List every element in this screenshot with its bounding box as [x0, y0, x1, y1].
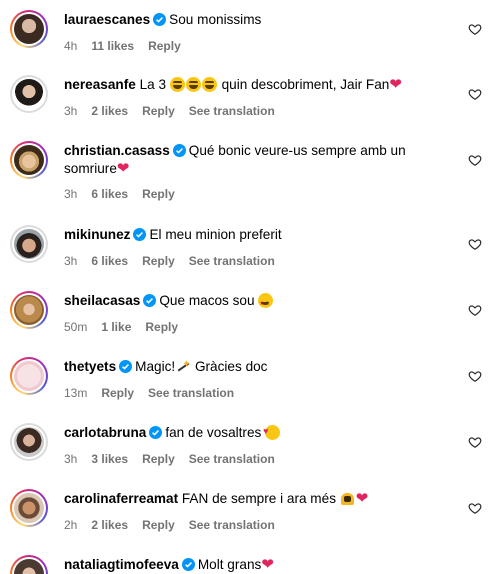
verified-badge-icon [149, 426, 163, 439]
verified-badge-icon [119, 360, 133, 373]
red-heart-icon: ❤ [389, 76, 402, 93]
likes-count[interactable]: 2 likes [91, 518, 128, 532]
heart-outline-icon[interactable] [468, 369, 482, 383]
username[interactable]: nataliagtimofeeva [64, 557, 179, 572]
star-struck-emoji-icon [258, 293, 274, 313]
avatar[interactable] [10, 489, 48, 527]
heart-outline-icon[interactable] [468, 22, 482, 36]
likes-count[interactable]: 6 likes [91, 187, 128, 201]
username[interactable]: mikinunez [64, 227, 130, 242]
see-translation-link[interactable]: See translation [148, 386, 234, 400]
likes-count[interactable]: 6 likes [91, 254, 128, 268]
comment-item: nataliagtimofeeva Molt grans❤ [0, 555, 489, 574]
username[interactable]: nereasanfe [64, 77, 136, 92]
avatar[interactable] [10, 141, 48, 179]
see-translation-link[interactable]: See translation [189, 254, 275, 268]
magic-wand-emoji-icon [175, 356, 190, 374]
comment-time: 3h [64, 452, 78, 466]
likes-count[interactable]: 11 likes [91, 39, 134, 53]
red-heart-icon: ❤ [355, 490, 369, 507]
comment-text: quin descobriment, Jair Fan [221, 77, 390, 92]
comment-time: 3h [64, 104, 78, 118]
reply-button[interactable]: Reply [142, 452, 175, 466]
heart-outline-icon[interactable] [468, 435, 482, 449]
verified-badge-icon [133, 228, 147, 241]
comment-text: El meu minion preferit [149, 227, 282, 242]
comment-time: 3h [64, 254, 78, 268]
raising-hands-emoji-icon [340, 491, 355, 506]
red-heart-icon: ❤ [116, 160, 130, 177]
username[interactable]: carolinaferreamat [64, 491, 178, 506]
avatar[interactable] [10, 291, 48, 329]
comment-time: 2h [64, 518, 78, 532]
comment-text: Qué bonic veure-us sempre amb un [188, 143, 406, 158]
verified-badge-icon [172, 144, 186, 157]
username[interactable]: thetyets [64, 359, 116, 374]
comment-text: Que macos sou [159, 293, 255, 308]
reply-button[interactable]: Reply [142, 254, 175, 268]
comment-time: 50m [64, 320, 88, 334]
avatar[interactable] [10, 75, 48, 113]
reply-button[interactable]: Reply [148, 39, 181, 53]
username[interactable]: carlotabruna [64, 425, 146, 440]
likes-count[interactable]: 2 likes [91, 104, 128, 118]
verified-badge-icon [143, 294, 157, 307]
heart-outline-icon[interactable] [468, 303, 482, 317]
comment-text: Sou monissims [169, 12, 262, 27]
comment-text: Magic! [135, 359, 176, 374]
reply-button[interactable]: Reply [142, 104, 175, 118]
heart-outline-icon[interactable] [468, 87, 482, 101]
see-translation-link[interactable]: See translation [189, 452, 275, 466]
likes-count[interactable]: 3 likes [91, 452, 128, 466]
avatar[interactable] [10, 423, 48, 461]
reply-button[interactable]: Reply [142, 187, 175, 201]
comment-time: 3h [64, 187, 78, 201]
see-translation-link[interactable]: See translation [189, 104, 275, 118]
verified-badge-icon [153, 13, 167, 26]
comment-text: La 3 [139, 77, 167, 92]
comment-text: Gràcies doc [194, 359, 268, 374]
reply-button[interactable]: Reply [142, 518, 175, 532]
laughing-emoji-icon [169, 77, 185, 92]
username[interactable]: sheilacasas [64, 293, 140, 308]
likes-count[interactable]: 1 like [101, 320, 131, 334]
comment-text: somriure [64, 161, 117, 176]
avatar[interactable] [10, 225, 48, 263]
heart-outline-icon[interactable] [468, 501, 482, 515]
username[interactable]: lauraescanes [64, 12, 150, 27]
comment-time: 13m [64, 386, 88, 400]
smiling-face-with-hearts-emoji-icon [263, 422, 281, 440]
verified-badge-icon [181, 558, 195, 571]
heart-outline-icon[interactable] [468, 153, 482, 167]
avatar[interactable] [10, 555, 48, 574]
reply-button[interactable]: Reply [145, 320, 178, 334]
comment-text: Molt grans [197, 557, 262, 572]
heart-outline-icon[interactable] [468, 237, 482, 251]
comment-text: fan de vosaltres [165, 425, 262, 440]
avatar[interactable] [10, 357, 48, 395]
avatar[interactable] [10, 10, 48, 48]
laughing-emoji-icon [185, 77, 201, 92]
comment-text: FAN de sempre i ara més [181, 491, 336, 506]
reply-button[interactable]: Reply [101, 386, 134, 400]
laughing-emoji-icon [201, 77, 217, 92]
red-heart-icon: ❤ [261, 556, 274, 573]
username[interactable]: christian.casass [64, 143, 170, 158]
comment-time: 4h [64, 39, 78, 53]
see-translation-link[interactable]: See translation [189, 518, 275, 532]
